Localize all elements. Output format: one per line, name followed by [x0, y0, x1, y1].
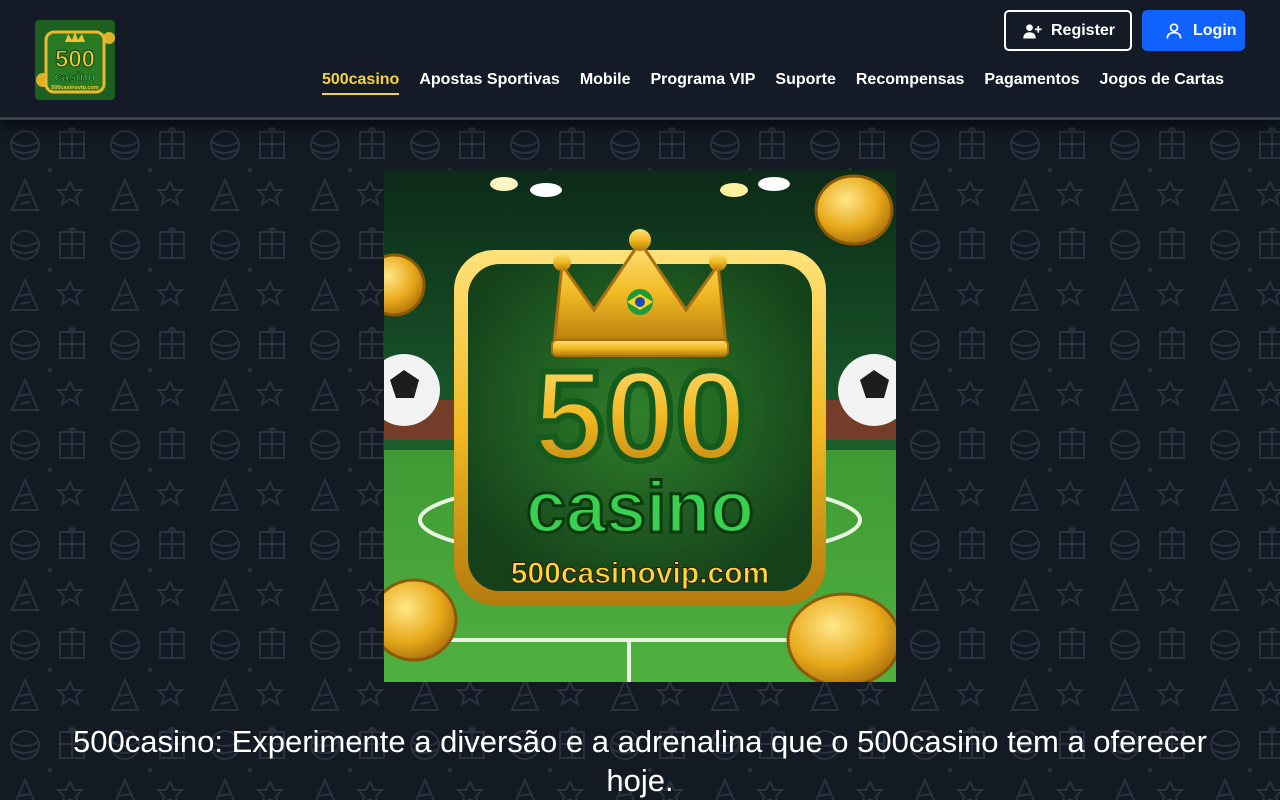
- login-button[interactable]: Login: [1142, 10, 1245, 51]
- main-nav: 500casino Apostas Sportivas Mobile Progr…: [321, 71, 1224, 95]
- logo-small-text: casino: [54, 69, 95, 84]
- logo-url-text: 500casinovip.com: [51, 85, 98, 91]
- nav-item-programa-vip[interactable]: Programa VIP: [650, 71, 755, 95]
- hero-url-text: 500casinovip.com: [511, 557, 769, 590]
- nav-item-suporte[interactable]: Suporte: [775, 71, 835, 95]
- page-title: 500casino: Experimente a diversão e a ad…: [73, 724, 1207, 798]
- register-label: Register: [1051, 21, 1116, 39]
- user-icon: [1166, 22, 1182, 39]
- nav-item-jogos-de-cartas[interactable]: Jogos de Cartas: [1100, 71, 1224, 95]
- register-button[interactable]: Register: [1004, 10, 1132, 51]
- hero-banner: 500 casino 500casinovip.com: [384, 170, 896, 682]
- login-label: Login: [1193, 21, 1237, 39]
- nav-item-mobile[interactable]: Mobile: [580, 71, 631, 95]
- nav-item-pagamentos[interactable]: Pagamentos: [984, 71, 1079, 95]
- hero-image: 500 casino 500casinovip.com: [384, 170, 896, 682]
- nav-item-apostas-sportivas[interactable]: Apostas Sportivas: [419, 71, 559, 95]
- hero-word: casino: [526, 468, 754, 548]
- nav-item-recompensas[interactable]: Recompensas: [856, 71, 965, 95]
- user-plus-icon: [1023, 23, 1042, 38]
- logo-image: 500 casino 500casinovip.com: [35, 20, 115, 100]
- auth-buttons: Register Login: [1004, 10, 1245, 51]
- hero-big-text: 500: [533, 345, 747, 488]
- nav-item-500casino[interactable]: 500casino: [321, 71, 400, 95]
- site-header: 500 casino 500casinovip.com Register Log…: [0, 0, 1280, 120]
- site-logo[interactable]: 500 casino 500casinovip.com: [35, 20, 115, 100]
